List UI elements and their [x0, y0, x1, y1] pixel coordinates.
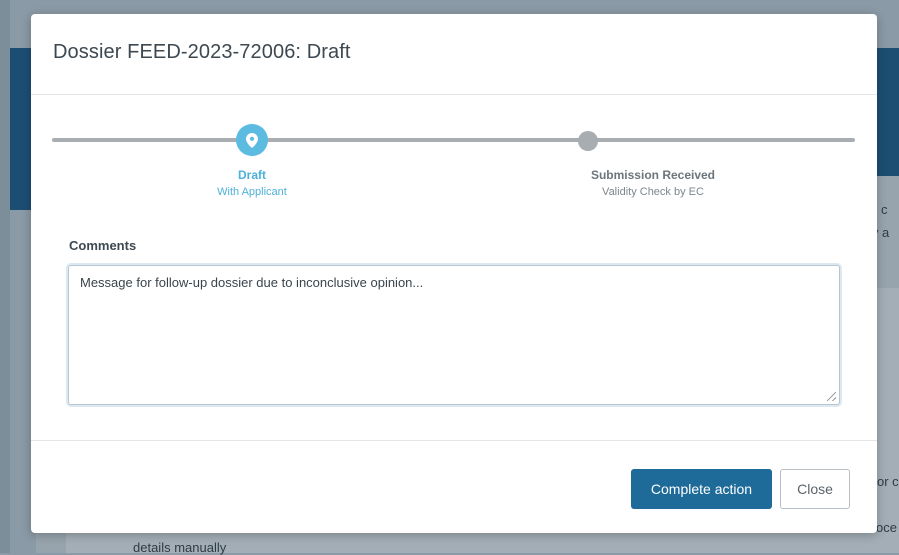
step-node-draft [236, 124, 268, 156]
stepper-track [52, 138, 855, 142]
dialog-title: Dossier FEED-2023-72006: Draft [53, 41, 351, 63]
action-dialog: Dossier FEED-2023-72006: Draft Draft Wit… [31, 14, 877, 533]
location-pin-icon [246, 132, 258, 148]
background-left-strip [0, 0, 10, 553]
dialog-header: Dossier FEED-2023-72006: Draft [31, 14, 877, 95]
comments-label: Comments [69, 238, 137, 253]
background-text: or c [877, 474, 899, 489]
background-text: oce [876, 520, 897, 535]
dialog-footer: Complete action Close [31, 440, 877, 533]
resize-handle-icon[interactable] [827, 392, 836, 401]
step-subtitle: Validity Check by EC [602, 186, 704, 198]
workflow-stepper: Draft With Applicant Submission Received… [31, 94, 877, 224]
step-submission-received: Submission Received Validity Check by EC [553, 168, 753, 198]
step-subtitle: With Applicant [217, 186, 287, 198]
step-title: Draft [237, 168, 266, 182]
comments-field-wrapper: Message for follow-up dossier due to inc… [68, 265, 840, 405]
step-node-submission [578, 131, 598, 151]
close-button[interactable]: Close [780, 469, 850, 509]
complete-action-button[interactable]: Complete action [631, 469, 772, 509]
step-title: Submission Received [590, 168, 716, 182]
comments-textarea[interactable]: Message for follow-up dossier due to inc… [69, 266, 839, 404]
step-draft: Draft With Applicant [152, 168, 352, 198]
